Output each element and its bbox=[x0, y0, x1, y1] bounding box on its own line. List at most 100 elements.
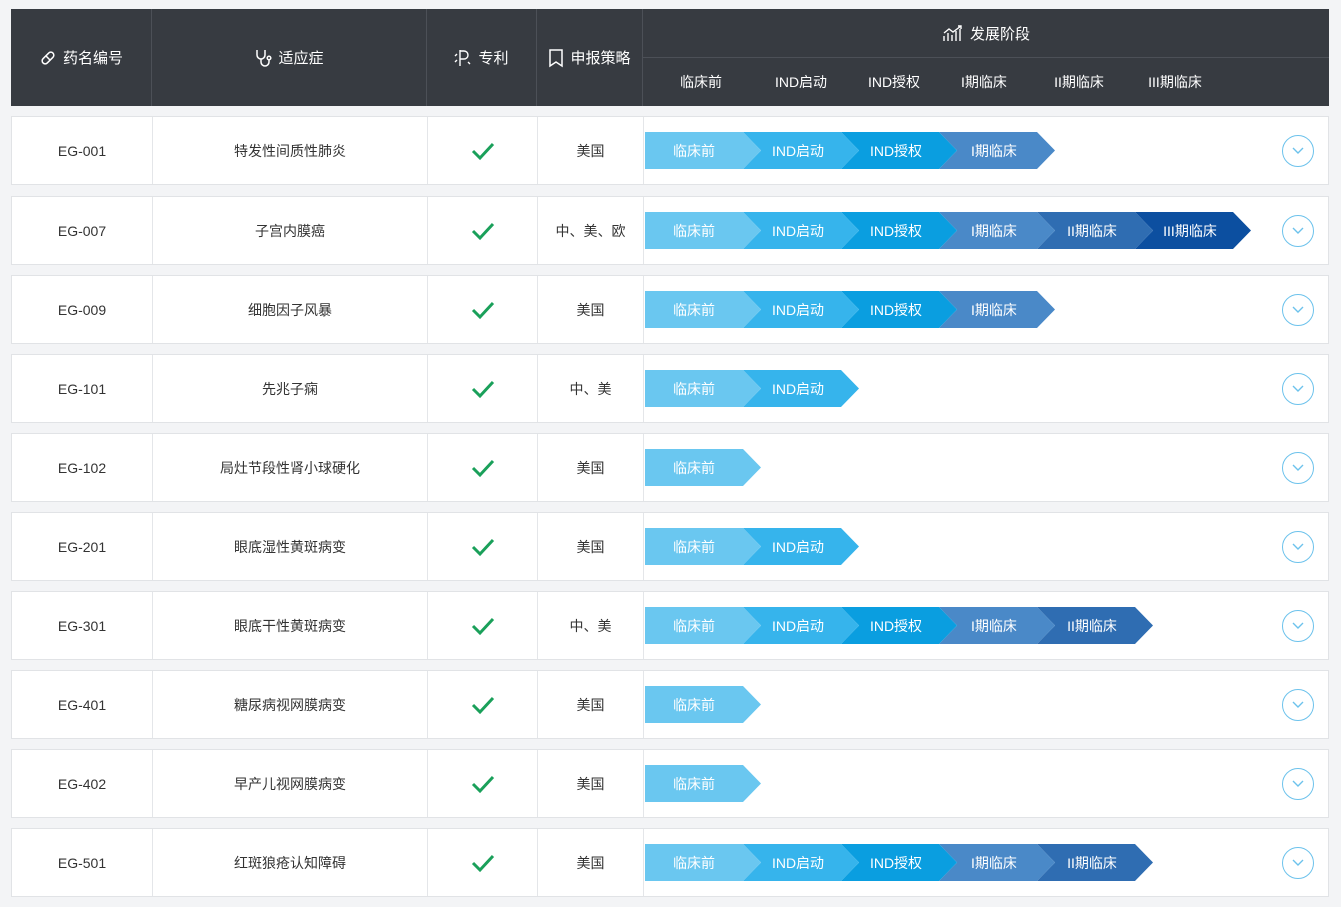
patent-cell bbox=[428, 117, 538, 184]
header-stage-phase2: II期临床 bbox=[1054, 74, 1104, 90]
filing-strategy-cell: 中、美 bbox=[538, 592, 644, 659]
stage-pipeline: 临床前 IND启动 IND授权 I期临床 II期临床 III期临床 bbox=[645, 212, 1285, 249]
stage-chevron: 临床前 bbox=[645, 607, 761, 644]
expand-button[interactable] bbox=[1282, 609, 1314, 642]
table-row[interactable]: EG-401 糖尿病视网膜病变 美国 临床前 bbox=[11, 670, 1329, 739]
table-row[interactable]: EG-201 眼底湿性黄斑病变 美国 临床前 IND启动 bbox=[11, 512, 1329, 581]
stage-chevron: 临床前 bbox=[645, 686, 761, 723]
header-stage-ind-approval: IND授权 bbox=[867, 74, 921, 90]
drug-code-cell: EG-201 bbox=[12, 513, 153, 580]
chevron-down-icon bbox=[1292, 543, 1304, 550]
drug-code-cell: EG-401 bbox=[12, 671, 153, 738]
header-stage-phase1: I期临床 bbox=[961, 74, 1007, 90]
drug-code-cell: EG-009 bbox=[12, 276, 153, 343]
indication-cell: 眼底干性黄斑病变 bbox=[153, 592, 428, 659]
indication-cell: 糖尿病视网膜病变 bbox=[153, 671, 428, 738]
pipeline-table-body: EG-001 特发性间质性肺炎 美国 临床前 IND启动 IND授权 I期临床 EG-… bbox=[11, 116, 1329, 907]
table-header: 药名编号 适应症 专利 申报策略 发展阶段 临床前 IND启动 IND授权 I期… bbox=[11, 9, 1329, 106]
stage-pipeline: 临床前 IND启动 IND授权 I期临床 bbox=[645, 291, 1285, 328]
patent-cell bbox=[428, 355, 538, 422]
header-indication-label: 适应症 bbox=[278, 50, 324, 67]
drug-code-cell: EG-101 bbox=[12, 355, 153, 422]
stage-chevron: 临床前 bbox=[645, 844, 761, 881]
header-drug-code: 药名编号 bbox=[11, 9, 152, 106]
patent-cell bbox=[428, 513, 538, 580]
patent-cell bbox=[428, 276, 538, 343]
expand-button[interactable] bbox=[1282, 530, 1314, 563]
chevron-down-icon bbox=[1292, 780, 1304, 787]
table-row[interactable]: EG-402 早产儿视网膜病变 美国 临床前 bbox=[11, 749, 1329, 818]
check-icon bbox=[471, 380, 494, 398]
growth-chart-icon bbox=[943, 25, 962, 41]
header-patent-label: 专利 bbox=[478, 50, 509, 67]
table-row[interactable]: EG-101 先兆子痫 中、美 临床前 IND启动 bbox=[11, 354, 1329, 423]
filing-strategy-cell: 美国 bbox=[538, 671, 644, 738]
pill-icon bbox=[41, 50, 55, 65]
stage-cell: 临床前 bbox=[644, 750, 1328, 817]
header-stage-columns: 临床前 IND启动 IND授权 I期临床 II期临床 III期临床 bbox=[643, 58, 1329, 106]
expand-button[interactable] bbox=[1282, 372, 1314, 405]
drug-code-cell: EG-001 bbox=[12, 117, 153, 184]
drug-code-cell: EG-501 bbox=[12, 829, 153, 896]
stage-chevron: 临床前 bbox=[645, 765, 761, 802]
header-indication: 适应症 bbox=[152, 9, 427, 106]
stage-pipeline: 临床前 IND启动 bbox=[645, 370, 1285, 407]
expand-button[interactable] bbox=[1282, 688, 1314, 721]
stage-cell: 临床前 IND启动 IND授权 I期临床 II期临床 III期临床 bbox=[644, 197, 1328, 264]
stage-chevron: 临床前 bbox=[645, 370, 761, 407]
indication-cell: 红斑狼疮认知障碍 bbox=[153, 829, 428, 896]
expand-button[interactable] bbox=[1282, 451, 1314, 484]
table-row[interactable]: EG-009 细胞因子风暴 美国 临床前 IND启动 IND授权 I期临床 bbox=[11, 275, 1329, 344]
check-icon bbox=[471, 459, 494, 477]
drug-code-cell: EG-402 bbox=[12, 750, 153, 817]
stethoscope-icon bbox=[256, 49, 273, 67]
header-stage-group: 发展阶段 临床前 IND启动 IND授权 I期临床 II期临床 III期临床 bbox=[643, 9, 1329, 106]
drug-code-cell: EG-007 bbox=[12, 197, 153, 264]
header-filing-strategy: 申报策略 bbox=[537, 9, 643, 106]
stage-cell: 临床前 IND启动 IND授权 I期临床 bbox=[644, 117, 1328, 184]
check-icon bbox=[471, 222, 494, 240]
stage-chevron: 临床前 bbox=[645, 212, 761, 249]
indication-cell: 先兆子痫 bbox=[153, 355, 428, 422]
indication-cell: 早产儿视网膜病变 bbox=[153, 750, 428, 817]
filing-strategy-cell: 美国 bbox=[538, 276, 644, 343]
stage-pipeline: 临床前 IND启动 IND授权 I期临床 II期临床 bbox=[645, 607, 1285, 644]
stage-chevron: 临床前 bbox=[645, 132, 761, 169]
patent-cell bbox=[428, 197, 538, 264]
check-icon bbox=[471, 617, 494, 635]
filing-strategy-cell: 美国 bbox=[538, 434, 644, 501]
table-row[interactable]: EG-501 红斑狼疮认知障碍 美国 临床前 IND启动 IND授权 I期临床 II期临… bbox=[11, 828, 1329, 897]
filing-strategy-cell: 美国 bbox=[538, 750, 644, 817]
expand-button[interactable] bbox=[1282, 767, 1314, 800]
check-icon bbox=[471, 775, 494, 793]
stage-cell: 临床前 IND启动 bbox=[644, 513, 1328, 580]
expand-button[interactable] bbox=[1282, 134, 1314, 167]
expand-button[interactable] bbox=[1282, 293, 1314, 326]
filing-strategy-cell: 美国 bbox=[538, 513, 644, 580]
expand-button[interactable] bbox=[1282, 214, 1314, 247]
patent-cell bbox=[428, 434, 538, 501]
table-row[interactable]: EG-007 子宫内膜癌 中、美、欧 临床前 IND启动 IND授权 I期临床 II期临… bbox=[11, 196, 1329, 265]
stage-pipeline: 临床前 bbox=[645, 765, 1285, 802]
stage-cell: 临床前 IND启动 bbox=[644, 355, 1328, 422]
chevron-down-icon bbox=[1292, 306, 1304, 313]
table-row[interactable]: EG-001 特发性间质性肺炎 美国 临床前 IND启动 IND授权 I期临床 bbox=[11, 116, 1329, 185]
chevron-down-icon bbox=[1292, 227, 1304, 234]
header-stage-title-label: 发展阶段 bbox=[969, 25, 1030, 43]
indication-cell: 眼底湿性黄斑病变 bbox=[153, 513, 428, 580]
header-patent: 专利 bbox=[427, 9, 537, 106]
filing-strategy-cell: 中、美、欧 bbox=[538, 197, 644, 264]
table-row[interactable]: EG-102 局灶节段性肾小球硬化 美国 临床前 bbox=[11, 433, 1329, 502]
indication-cell: 特发性间质性肺炎 bbox=[153, 117, 428, 184]
chevron-down-icon bbox=[1292, 385, 1304, 392]
patent-cell bbox=[428, 750, 538, 817]
stage-cell: 临床前 IND启动 IND授权 I期临床 bbox=[644, 276, 1328, 343]
expand-button[interactable] bbox=[1282, 846, 1314, 879]
stage-chevron: 临床前 bbox=[645, 449, 761, 486]
check-icon bbox=[471, 301, 494, 319]
stage-cell: 临床前 IND启动 IND授权 I期临床 II期临床 bbox=[644, 829, 1328, 896]
table-row[interactable]: EG-301 眼底干性黄斑病变 中、美 临床前 IND启动 IND授权 I期临床 II期… bbox=[11, 591, 1329, 660]
header-stage-phase3: III期临床 bbox=[1148, 74, 1202, 90]
header-drug-code-label: 药名编号 bbox=[62, 50, 123, 67]
drug-code-cell: EG-301 bbox=[12, 592, 153, 659]
